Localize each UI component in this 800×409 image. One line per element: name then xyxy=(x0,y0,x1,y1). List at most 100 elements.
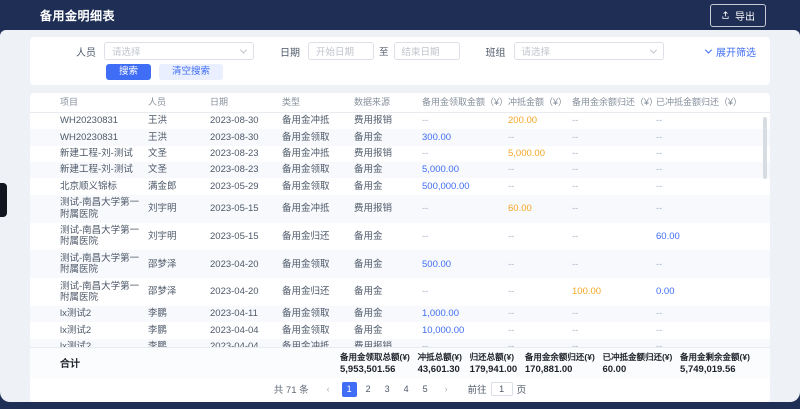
search-button[interactable]: 搜索 xyxy=(106,64,151,80)
page-button[interactable]: 4 xyxy=(399,382,414,397)
cell-offset-return: -- xyxy=(656,200,750,216)
cell-amount: 500.00 xyxy=(422,256,508,272)
cell-source: 备用金 xyxy=(354,256,422,272)
cell-offset: -- xyxy=(508,322,572,338)
cell-date: 2023-08-23 xyxy=(210,146,282,162)
next-page-button[interactable]: › xyxy=(439,382,454,397)
cell-project: 测试-南昌大学第一附属医院 xyxy=(60,278,148,306)
cell-date: 2023-04-04 xyxy=(210,339,282,347)
header-cell-8: 已冲抵金额归还（¥） xyxy=(656,93,750,112)
prev-page-button[interactable]: ‹ xyxy=(321,382,336,397)
cell-balance-return: 100.00 xyxy=(572,284,656,300)
cell-person: 李鹏 xyxy=(148,306,210,322)
cell-person: 李鹏 xyxy=(148,339,210,347)
cell-type: 备用金领取 xyxy=(282,129,354,145)
cell-offset: -- xyxy=(508,162,572,178)
page-button[interactable]: 5 xyxy=(418,382,433,397)
cell-date: 2023-05-29 xyxy=(210,178,282,194)
cell-offset: -- xyxy=(508,129,572,145)
cell-type: 备用金冲抵 xyxy=(282,200,354,216)
header-cell-3: 类型 xyxy=(282,93,354,112)
cell-project: 新建工程-刘-测试 xyxy=(60,162,148,178)
date-range-separator: 至 xyxy=(379,44,389,58)
cell-project: lx测试2 xyxy=(60,306,148,322)
summary-item-label: 备用金领取总额(¥) xyxy=(340,351,410,363)
drawer-handle-button[interactable] xyxy=(0,183,7,217)
cell-amount: 5,000.00 xyxy=(422,162,508,178)
summary-item-label: 已冲抵金额归还(¥) xyxy=(602,351,672,363)
cell-offset-return: -- xyxy=(656,306,750,322)
goto-suffix-label: 页 xyxy=(517,382,527,396)
table-row: WH20230831王洪2023-08-30备用金冲抵费用报销--200.00-… xyxy=(30,113,770,129)
team-select[interactable]: 请选择 xyxy=(514,42,664,60)
pagination: 共 71 条 ‹ 12345 › 前往 页 xyxy=(30,378,770,402)
table-body: WH20230831王洪2023-08-30备用金冲抵费用报销--200.00-… xyxy=(30,113,770,347)
export-button[interactable]: 导出 xyxy=(710,4,766,27)
cell-source: 备用金 xyxy=(354,322,422,338)
summary-item: 备用金领取总额(¥)5,953,501.56 xyxy=(340,351,410,375)
cell-source: 备用金 xyxy=(354,284,422,300)
cell-person: 文圣 xyxy=(148,146,210,162)
date-start-placeholder: 开始日期 xyxy=(316,44,354,58)
team-filter-label: 班组 xyxy=(486,44,506,59)
cell-project: 北京顺义锦标 xyxy=(60,178,148,194)
person-select[interactable]: 请选择 xyxy=(104,42,254,60)
table-row: WH20230831王洪2023-08-30备用金领取备用金300.00----… xyxy=(30,129,770,145)
header-cell-4: 数据来源 xyxy=(354,93,422,112)
date-end-input[interactable]: 结束日期 xyxy=(394,42,460,60)
cell-balance-return: -- xyxy=(572,322,656,338)
header-cell-2: 日期 xyxy=(210,93,282,112)
person-filter: 人员 请选择 xyxy=(76,42,254,60)
table-row: 新建工程-刘-测试文圣2023-08-23备用金领取备用金5,000.00---… xyxy=(30,162,770,178)
cell-amount: -- xyxy=(422,284,508,300)
cell-date: 2023-08-30 xyxy=(210,113,282,129)
cell-source: 备用金 xyxy=(354,228,422,244)
cell-source: 备用金 xyxy=(354,162,422,178)
goto-page-input[interactable] xyxy=(491,382,513,396)
cell-person: 刘宇明 xyxy=(148,228,210,244)
page-button[interactable]: 1 xyxy=(342,382,357,397)
cell-project: WH20230831 xyxy=(60,129,148,145)
cell-type: 备用金领取 xyxy=(282,306,354,322)
table-row: 测试-南昌大学第一附属医院邵梦泽2023-04-20备用金领取备用金500.00… xyxy=(30,250,770,278)
table-row: lx测试2李鹏2023-04-04备用金领取备用金10,000.00------ xyxy=(30,322,770,338)
cell-project: 新建工程-刘-测试 xyxy=(60,146,148,162)
date-start-input[interactable]: 开始日期 xyxy=(308,42,374,60)
total-count: 共 71 条 xyxy=(274,382,309,396)
cell-source: 备用金 xyxy=(354,306,422,322)
cell-date: 2023-04-20 xyxy=(210,256,282,272)
cell-balance-return: -- xyxy=(572,339,656,347)
header-cell-7: 备用金余额归还（¥） xyxy=(572,93,656,112)
cell-offset: -- xyxy=(508,284,572,300)
cell-amount: -- xyxy=(422,339,508,347)
team-filter: 班组 请选择 xyxy=(486,42,664,60)
cell-balance-return: -- xyxy=(572,228,656,244)
chevron-down-icon xyxy=(649,46,656,53)
table-scrollbar[interactable] xyxy=(763,117,767,179)
table-row: 测试-南昌大学第一附属医院刘宇明2023-05-15备用金冲抵费用报销--60.… xyxy=(30,195,770,223)
cell-offset-return: -- xyxy=(656,162,750,178)
summary-item-value: 43,601.30 xyxy=(418,364,462,375)
cell-amount: -- xyxy=(422,113,508,129)
summary-item-label: 备用金剩余金额(¥) xyxy=(680,351,750,363)
cell-source: 费用报销 xyxy=(354,200,422,216)
chevron-down-icon xyxy=(705,46,712,53)
cell-type: 备用金领取 xyxy=(282,256,354,272)
clear-search-button[interactable]: 清空搜索 xyxy=(159,64,223,80)
page-button[interactable]: 3 xyxy=(380,382,395,397)
cell-amount: 1,000.00 xyxy=(422,306,508,322)
expand-filter-toggle[interactable]: 展开筛选 xyxy=(706,44,756,59)
cell-amount: 500,000.00 xyxy=(422,178,508,194)
export-button-label: 导出 xyxy=(735,8,755,23)
cell-project: lx测试2 xyxy=(60,339,148,347)
table-row: 测试-南昌大学第一附属医院刘宇明2023-05-15备用金归还备用金------… xyxy=(30,223,770,251)
header-cell-6: 冲抵金额（¥） xyxy=(508,93,572,112)
cell-person: 满金郎 xyxy=(148,178,210,194)
summary-item-label: 归还总额(¥) xyxy=(470,351,518,363)
cell-person: 王洪 xyxy=(148,129,210,145)
person-select-placeholder: 请选择 xyxy=(112,44,141,58)
page-button[interactable]: 2 xyxy=(361,382,376,397)
cell-amount: -- xyxy=(422,228,508,244)
table-row: 测试-南昌大学第一附属医院邵梦泽2023-04-20备用金归还备用金----10… xyxy=(30,278,770,306)
cell-source: 费用报销 xyxy=(354,113,422,129)
